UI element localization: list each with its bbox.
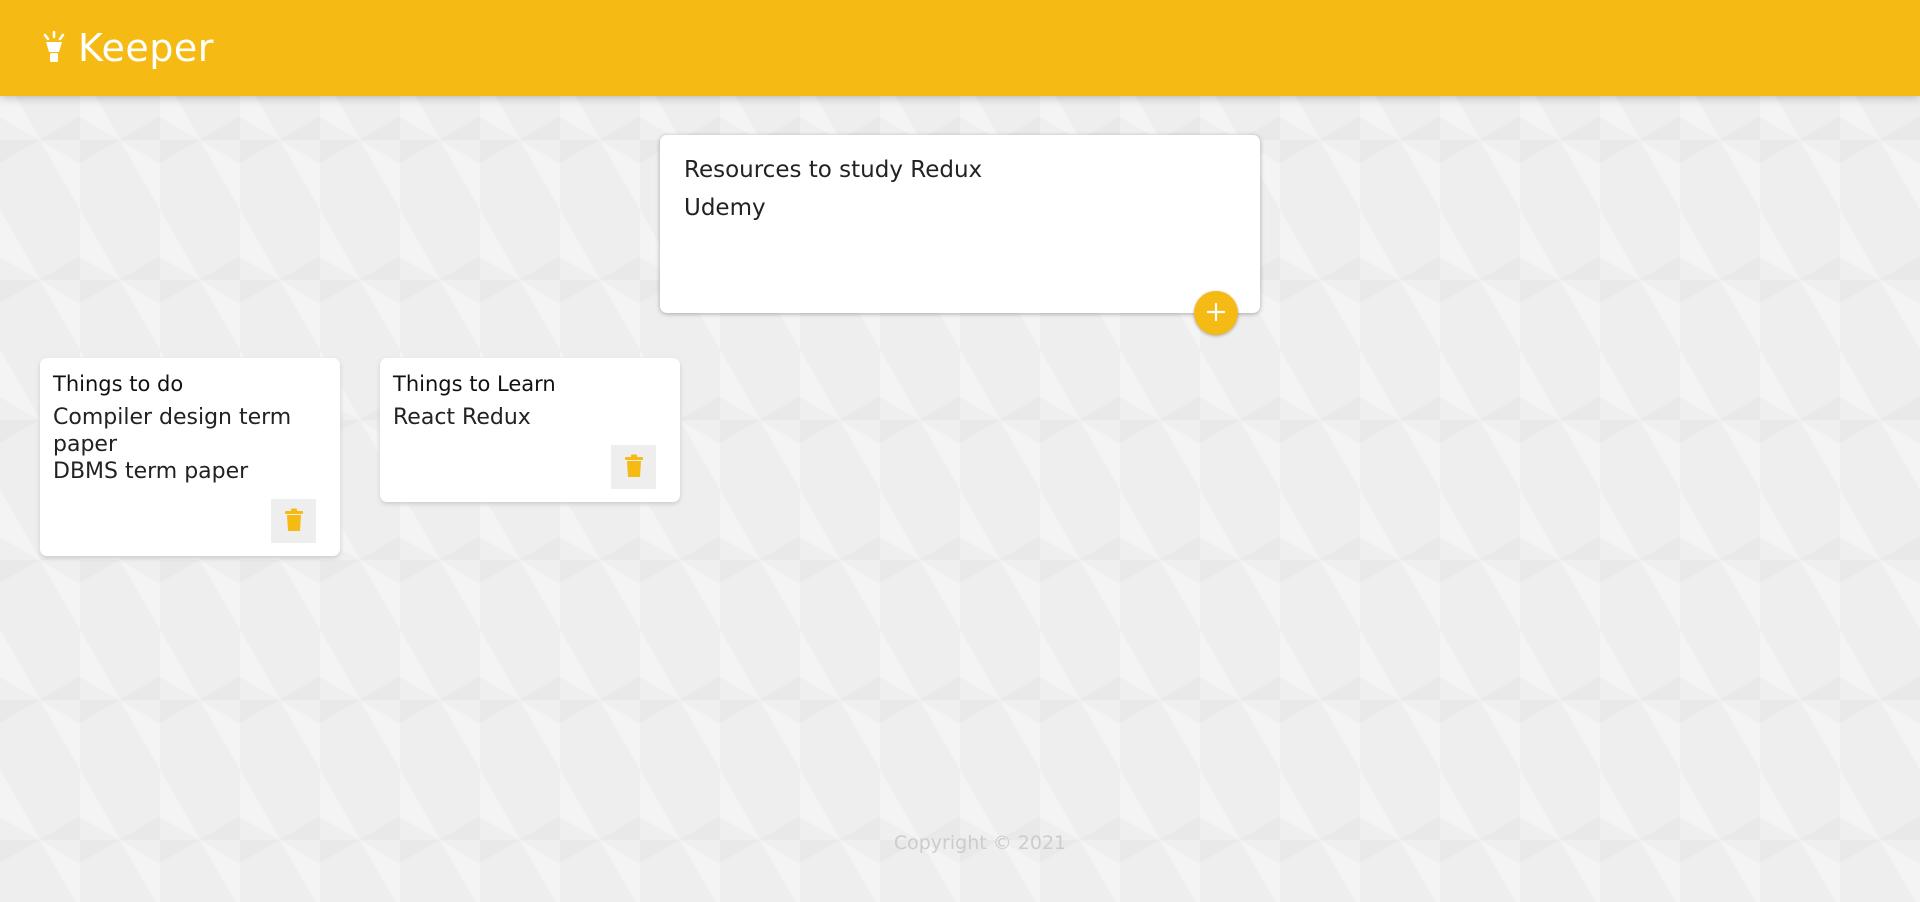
add-note-button[interactable] bbox=[1194, 291, 1238, 335]
trash-icon bbox=[284, 508, 304, 535]
plus-icon bbox=[1205, 301, 1227, 326]
note-content: React Redux bbox=[393, 405, 531, 430]
note-title: Things to do bbox=[53, 372, 184, 396]
note-card: Things to Learn React Redux bbox=[380, 358, 680, 502]
note-title-input[interactable] bbox=[684, 155, 1236, 185]
note-card: Things to do Compiler design term paper … bbox=[40, 358, 340, 556]
app-title: Keeper bbox=[78, 26, 214, 70]
note-title: Things to Learn bbox=[393, 372, 556, 396]
create-note-form: Udemy bbox=[660, 135, 1260, 335]
copyright-text: Copyright © 2021 bbox=[893, 832, 1067, 854]
page-footer: Copyright © 2021 bbox=[0, 832, 1920, 854]
note-content: Compiler design term paper DBMS term pap… bbox=[53, 405, 292, 484]
lightbulb-icon bbox=[40, 30, 68, 65]
trash-icon bbox=[624, 454, 644, 481]
app-header: Keeper bbox=[0, 0, 1920, 96]
delete-note-button[interactable] bbox=[271, 499, 316, 543]
note-content-input[interactable]: Udemy bbox=[684, 193, 1236, 273]
delete-note-button[interactable] bbox=[611, 445, 656, 489]
